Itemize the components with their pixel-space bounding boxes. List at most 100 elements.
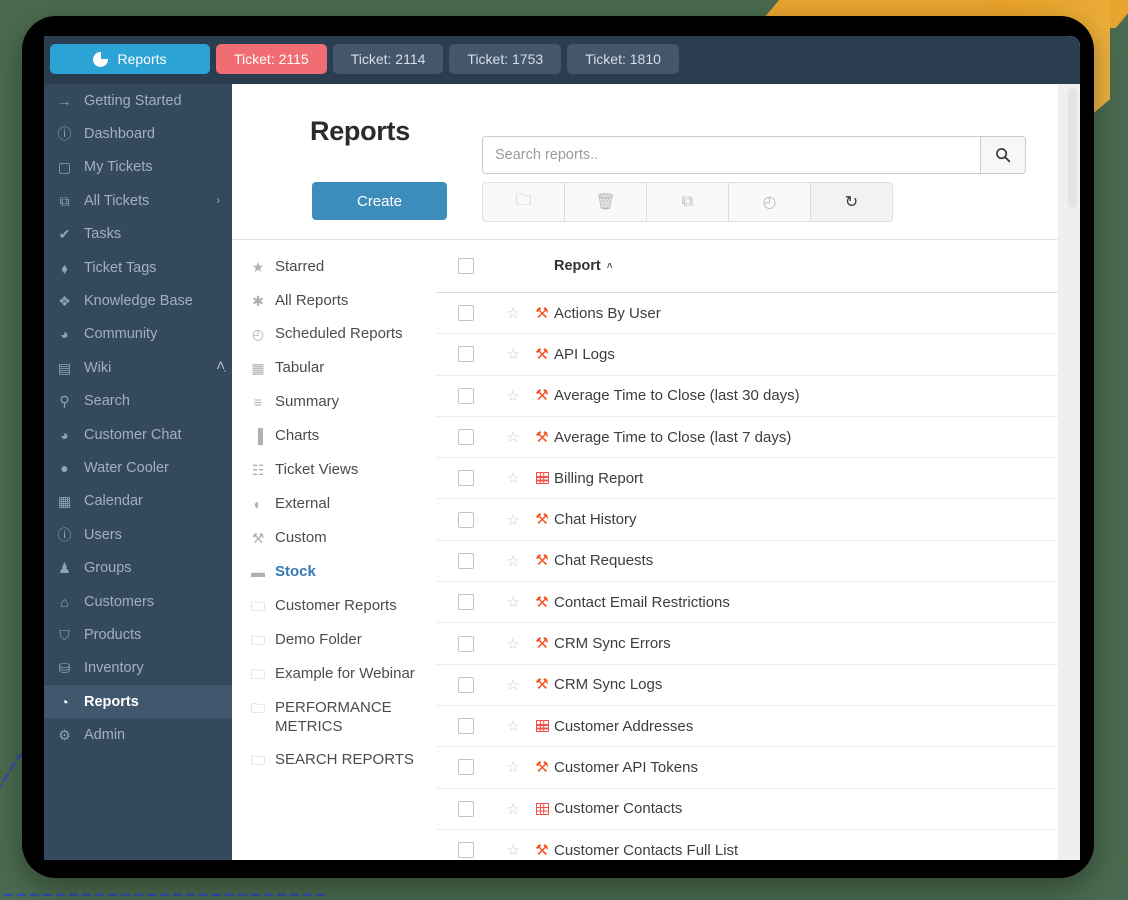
star-icon[interactable]: ☆ [506, 717, 519, 735]
duplicate-button[interactable]: ⧉ [647, 182, 729, 222]
row-checkbox[interactable] [458, 429, 474, 445]
star-icon[interactable]: ☆ [506, 635, 519, 653]
sidebar-item-water-cooler[interactable]: ●Water Cooler [44, 451, 232, 484]
star-icon[interactable]: ☆ [506, 469, 519, 487]
schedule-button[interactable]: ◴ [729, 182, 811, 222]
report-name-link[interactable]: Customer Contacts [554, 800, 682, 817]
sidebar-item-products[interactable]: ⛉Products [44, 618, 232, 651]
report-name-link[interactable]: Actions By User [554, 305, 661, 322]
row-checkbox[interactable] [458, 718, 474, 734]
category-item-performance-metrics[interactable]: 🗀PERFORMANCE METRICS [232, 691, 436, 744]
category-item-all-reports[interactable]: ✱All Reports [232, 284, 436, 318]
sidebar-item-my-tickets[interactable]: ▢My Tickets [44, 151, 232, 184]
sidebar-item-customer-chat[interactable]: ◕Customer Chat [44, 418, 232, 451]
report-name-link[interactable]: CRM Sync Logs [554, 676, 662, 693]
select-all-checkbox[interactable] [458, 258, 474, 274]
category-item-starred[interactable]: ★Starred [232, 250, 436, 284]
report-name-link[interactable]: API Logs [554, 346, 615, 363]
sidebar-item-customers[interactable]: ⌂Customers [44, 585, 232, 618]
table-row[interactable]: ☆ Customer Contacts [436, 789, 1066, 830]
star-icon[interactable]: ☆ [506, 676, 519, 694]
star-icon[interactable]: ☆ [506, 841, 519, 859]
row-checkbox[interactable] [458, 388, 474, 404]
table-row[interactable]: ☆⚒Chat History [436, 499, 1066, 540]
report-name-link[interactable]: Average Time to Close (last 30 days) [554, 387, 800, 404]
sidebar-item-wiki[interactable]: ▤WikiΛ͵ [44, 351, 232, 384]
sidebar-item-ticket-tags[interactable]: ⬧Ticket Tags [44, 251, 232, 284]
table-row[interactable]: ☆⚒Customer API Tokens [436, 747, 1066, 788]
row-checkbox[interactable] [458, 759, 474, 775]
sidebar-item-getting-started[interactable]: →Getting Started [44, 84, 232, 117]
category-item-custom[interactable]: ⚒Custom [232, 522, 436, 556]
category-item-example-for-webinar[interactable]: 🗀Example for Webinar [232, 657, 436, 691]
tab-ticket-1810[interactable]: Ticket: 1810 [567, 44, 679, 74]
star-icon[interactable]: ☆ [506, 428, 519, 446]
star-icon[interactable]: ☆ [506, 552, 519, 570]
category-item-summary[interactable]: ≡Summary [232, 386, 436, 420]
star-icon[interactable]: ☆ [506, 304, 519, 322]
row-checkbox[interactable] [458, 594, 474, 610]
sidebar-item-groups[interactable]: ♟Groups [44, 551, 232, 584]
move-to-folder-button[interactable]: 🗀 [482, 182, 565, 222]
table-row[interactable]: ☆⚒Customer Contacts Full List [436, 830, 1066, 860]
sidebar-item-users[interactable]: ⓘUsers [44, 518, 232, 551]
report-name-link[interactable]: Customer Contacts Full List [554, 842, 738, 859]
category-item-demo-folder[interactable]: 🗀Demo Folder [232, 623, 436, 657]
star-icon[interactable]: ☆ [506, 511, 519, 529]
sidebar-item-knowledge-base[interactable]: ❖Knowledge Base [44, 284, 232, 317]
search-submit-button[interactable] [980, 136, 1026, 174]
table-row[interactable]: ☆⚒CRM Sync Logs [436, 665, 1066, 706]
sidebar-item-community[interactable]: ◕Community [44, 318, 232, 351]
category-item-scheduled-reports[interactable]: ◴Scheduled Reports [232, 318, 436, 352]
category-item-tabular[interactable]: ▦Tabular [232, 352, 436, 386]
sidebar-item-inventory[interactable]: ⛁Inventory [44, 652, 232, 685]
report-name-link[interactable]: Chat Requests [554, 552, 653, 569]
table-row[interactable]: ☆⚒Average Time to Close (last 7 days) [436, 417, 1066, 458]
report-name-link[interactable]: Chat History [554, 511, 637, 528]
table-row[interactable]: ☆Customer Addresses [436, 706, 1066, 747]
report-column-header[interactable]: Report ˄ [554, 258, 613, 274]
refresh-button[interactable]: ↻ [811, 182, 893, 222]
tab-ticket-2115[interactable]: Ticket: 2115 [216, 44, 327, 74]
row-checkbox[interactable] [458, 842, 474, 858]
delete-button[interactable]: 🗑 [565, 182, 647, 222]
category-item-customer-reports[interactable]: 🗀Customer Reports [232, 589, 436, 623]
report-name-link[interactable]: Customer API Tokens [554, 759, 698, 776]
row-checkbox[interactable] [458, 677, 474, 693]
sidebar-item-admin[interactable]: ⚙Admin [44, 718, 232, 751]
star-icon[interactable]: ☆ [506, 345, 519, 363]
row-checkbox[interactable] [458, 512, 474, 528]
sidebar-item-reports[interactable]: ◔Reports [44, 685, 232, 718]
tab-ticket-1753[interactable]: Ticket: 1753 [449, 44, 561, 74]
report-name-link[interactable]: Average Time to Close (last 7 days) [554, 429, 791, 446]
table-row[interactable]: ☆⚒Chat Requests [436, 541, 1066, 582]
table-row[interactable]: ☆ Billing Report [436, 458, 1066, 499]
table-row[interactable]: ☆⚒Contact Email Restrictions [436, 582, 1066, 623]
sidebar-item-dashboard[interactable]: ⓘDashboard [44, 117, 232, 150]
star-icon[interactable]: ☆ [506, 593, 519, 611]
report-name-link[interactable]: Contact Email Restrictions [554, 594, 730, 611]
search-input[interactable] [482, 136, 980, 174]
star-icon[interactable]: ☆ [506, 758, 519, 776]
row-checkbox[interactable] [458, 305, 474, 321]
row-checkbox[interactable] [458, 801, 474, 817]
category-item-ticket-views[interactable]: ☷Ticket Views [232, 454, 436, 488]
table-row[interactable]: ☆⚒CRM Sync Errors [436, 623, 1066, 664]
report-name-link[interactable]: CRM Sync Errors [554, 635, 671, 652]
table-row[interactable]: ☆⚒Average Time to Close (last 30 days) [436, 376, 1066, 417]
row-checkbox[interactable] [458, 636, 474, 652]
star-icon[interactable]: ☆ [506, 800, 519, 818]
sidebar-item-all-tickets[interactable]: ⧉All Tickets› [44, 184, 232, 217]
sidebar-item-calendar[interactable]: ▦Calendar [44, 485, 232, 518]
report-name-link[interactable]: Billing Report [554, 470, 643, 487]
row-checkbox[interactable] [458, 346, 474, 362]
scrollbar-thumb[interactable] [1068, 88, 1077, 208]
vertical-scrollbar[interactable] [1058, 84, 1080, 860]
sidebar-item-tasks[interactable]: ✔Tasks [44, 218, 232, 251]
create-button[interactable]: Create [312, 182, 447, 220]
category-item-external[interactable]: ◐External [232, 488, 436, 522]
tab-ticket-2114[interactable]: Ticket: 2114 [333, 44, 444, 74]
category-item-search-reports[interactable]: 🗀SEARCH REPORTS [232, 744, 436, 778]
category-item-charts[interactable]: ▐Charts [232, 420, 436, 454]
sidebar-item-search[interactable]: ⚲Search [44, 385, 232, 418]
